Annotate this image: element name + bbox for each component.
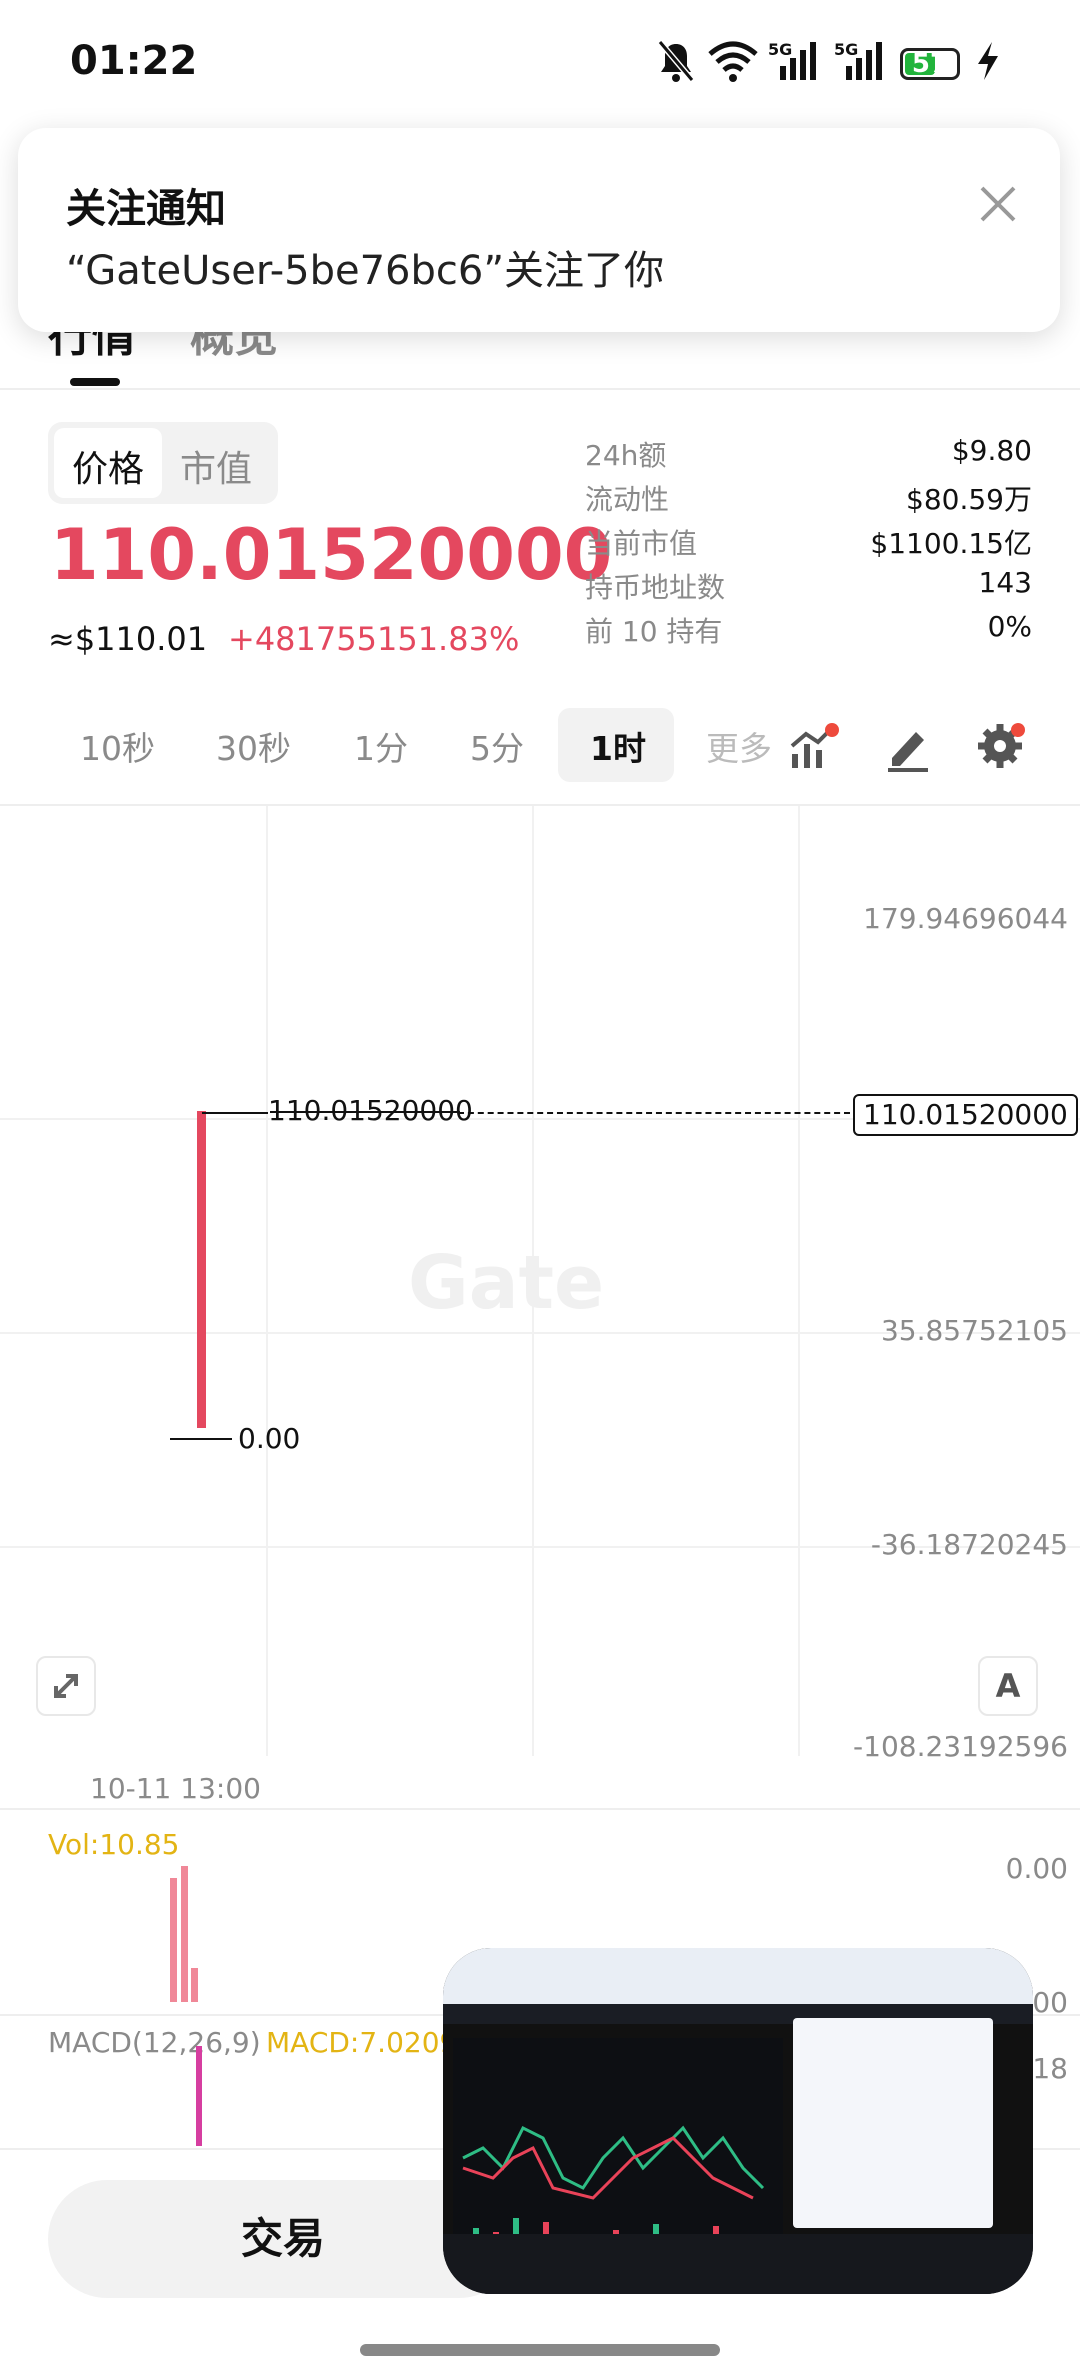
interval-10s[interactable]: 10秒 xyxy=(80,722,155,770)
y-axis-label: -108.23192596 xyxy=(853,1730,1068,1763)
stat-label: 流动性 xyxy=(585,483,670,516)
draw-icon[interactable] xyxy=(880,718,936,774)
stat-value: $1100.15亿 xyxy=(870,527,1032,560)
pip-candle-chart xyxy=(453,2038,783,2258)
follow-notification[interactable]: 关注通知 “GateUser-5be76bc6”关注了你 xyxy=(18,128,1060,332)
divider xyxy=(0,1808,1080,1810)
gate-watermark: Gate xyxy=(408,1240,605,1326)
interval-5m[interactable]: 5分 xyxy=(470,722,524,770)
grid-line xyxy=(798,806,800,1756)
macd-label: MACD(12,26,9) xyxy=(48,2026,261,2059)
tab-underline xyxy=(70,378,120,386)
y-axis-label: 179.94696044 xyxy=(863,902,1068,935)
stat-value: $9.80 xyxy=(951,434,1032,467)
stat-value: 143 xyxy=(978,566,1032,599)
volume-bar xyxy=(181,1866,188,2002)
stat-label: 持币地址数 xyxy=(585,571,726,604)
notification-title: 关注通知 xyxy=(66,186,226,232)
toggle-marketcap[interactable]: 市值 xyxy=(180,440,252,492)
current-price-line xyxy=(458,1112,850,1114)
interval-1h[interactable]: 1时 xyxy=(590,722,646,770)
current-price-tag: 110.01520000 xyxy=(853,1094,1078,1136)
signal-icon xyxy=(780,42,816,80)
low-marker xyxy=(170,1438,232,1440)
low-price-label: 0.00 xyxy=(238,1422,301,1455)
strike-line xyxy=(270,1111,460,1113)
home-indicator[interactable] xyxy=(360,2344,720,2356)
macd-value: MACD:7.0209 xyxy=(266,2026,458,2059)
macd-axis-label: 18 xyxy=(1032,2052,1068,2085)
stat-label: 24h额 xyxy=(585,439,667,472)
price-candle xyxy=(197,1111,206,1428)
y-axis-label: 35.85752105 xyxy=(880,1314,1068,1347)
charging-icon xyxy=(978,42,998,80)
high-marker xyxy=(202,1112,268,1114)
battery-icon: 57 xyxy=(900,48,960,80)
pip-window[interactable] xyxy=(443,1948,1033,2294)
interval-1m[interactable]: 1分 xyxy=(354,722,408,770)
toggle-price[interactable]: 价格 xyxy=(72,440,144,492)
pip-browser-bar xyxy=(443,1948,1033,2004)
volume-bar xyxy=(191,1968,198,2002)
indicator-icon[interactable] xyxy=(786,718,842,774)
current-price: 110.01520000 xyxy=(50,514,613,596)
divider xyxy=(0,388,1080,390)
volume-bar xyxy=(170,1878,177,2002)
stat-value: 0% xyxy=(987,610,1032,643)
interval-30s[interactable]: 30秒 xyxy=(216,722,291,770)
pip-bottom-bar xyxy=(443,2234,1033,2294)
fullscreen-icon[interactable] xyxy=(36,1656,96,1716)
x-axis-label: 10-11 13:00 xyxy=(90,1772,261,1805)
stat-label: 前 10 持有 xyxy=(585,615,723,648)
pip-side-panel xyxy=(793,2018,993,2228)
settings-icon[interactable] xyxy=(974,718,1030,774)
interval-more[interactable]: 更多 xyxy=(706,722,772,770)
stat-label: 当前市值 xyxy=(585,527,698,560)
usd-price: ≈$110.01 xyxy=(48,620,208,658)
auto-scale-button[interactable]: A xyxy=(978,1656,1038,1716)
bell-muted-icon xyxy=(657,40,695,82)
stat-value: $80.59万 xyxy=(906,483,1032,516)
close-icon[interactable] xyxy=(968,174,1028,234)
status-time: 01:22 xyxy=(70,38,198,84)
volume-label: Vol:10.85 xyxy=(48,1828,180,1861)
grid-line xyxy=(266,806,268,1756)
y-axis-label: -36.18720245 xyxy=(870,1528,1068,1561)
volume-axis-label: 0.00 xyxy=(1005,1852,1068,1885)
price-change: +481755151.83% xyxy=(228,620,520,658)
signal-icon xyxy=(846,42,882,80)
macd-bar xyxy=(196,2046,202,2146)
battery-percent: 57 xyxy=(911,49,949,79)
notification-body: “GateUser-5be76bc6”关注了你 xyxy=(66,248,665,294)
wifi-icon xyxy=(708,41,758,82)
